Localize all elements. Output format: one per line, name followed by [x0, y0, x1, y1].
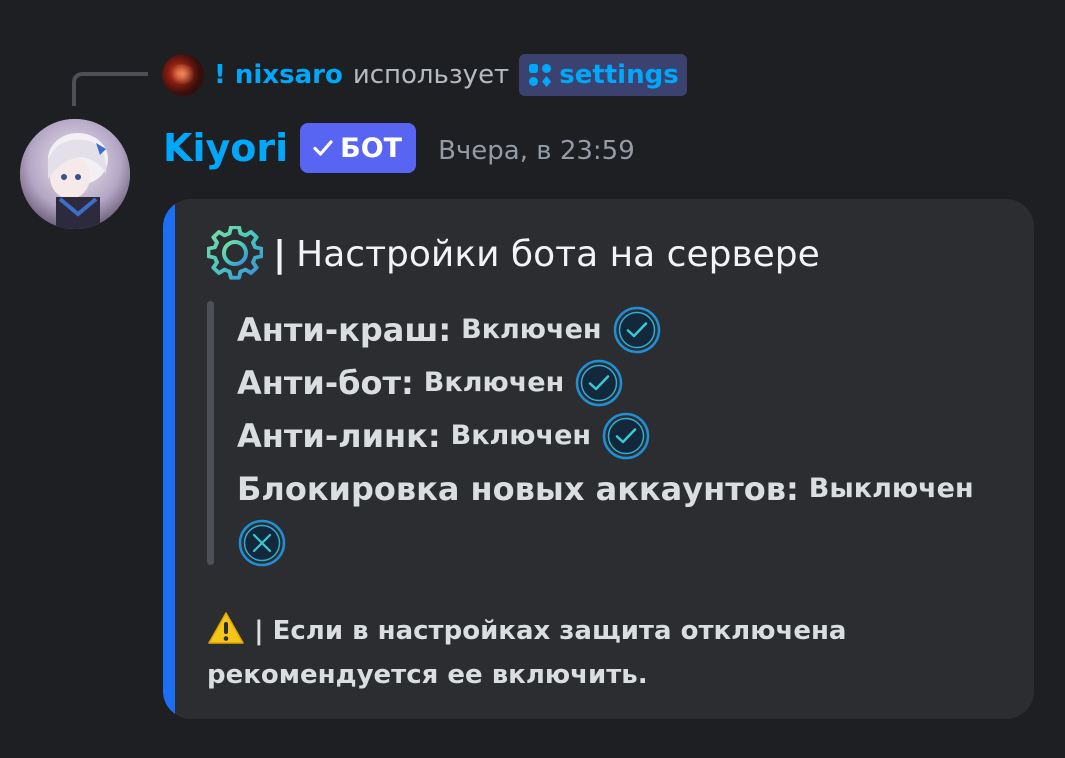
- check-icon: [575, 359, 623, 406]
- warning-icon: [208, 612, 244, 644]
- embed-accent-bar: [163, 199, 175, 719]
- setting-value: Включен: [423, 367, 565, 398]
- setting-value: Выключен: [808, 473, 974, 504]
- setting-label: Анти-краш:: [237, 310, 452, 349]
- check-icon: [613, 306, 660, 353]
- footer-text-line1: Если в настройках защита отключена: [272, 616, 847, 646]
- footer-separator: |: [254, 616, 264, 646]
- setting-label: Анти-линк:: [237, 416, 441, 455]
- checkmark-icon: [313, 140, 333, 156]
- message-timestamp[interactable]: Вчера, в 23:59: [438, 130, 635, 166]
- embed-title-text: Настройки бота на сервере: [296, 233, 820, 275]
- command-chip[interactable]: settings: [519, 54, 687, 96]
- embed-footer-note: | Если в настройках защита отключена рек…: [207, 609, 1007, 697]
- chat-view: ! nixsaro использует settings Kiyori БОТ…: [0, 0, 1065, 758]
- reply-context[interactable]: ! nixsaro использует settings: [162, 52, 687, 98]
- bot-badge: БОТ: [300, 123, 417, 173]
- author-avatar[interactable]: [20, 119, 130, 229]
- setting-new-account-block: Блокировка новых аккаунтов: Выключен: [237, 462, 974, 515]
- author-name[interactable]: Kiyori: [163, 126, 288, 170]
- bot-badge-label: БОТ: [340, 132, 403, 164]
- avatar-image: [20, 119, 130, 229]
- blockquote-bar: [207, 301, 214, 565]
- setting-label: Блокировка новых аккаунтов:: [237, 469, 799, 508]
- check-icon: [602, 412, 650, 459]
- slash-command-icon: [529, 64, 552, 87]
- setting-anti-link: Анти-линк: Включен: [237, 409, 974, 462]
- cross-icon: [238, 519, 286, 567]
- reply-action: использует: [352, 60, 510, 90]
- footer-text-line2: рекомендуется ее включить.: [207, 660, 648, 690]
- embed-card: | Настройки бота на сервере Анти-краш: В…: [163, 199, 1034, 719]
- reply-connector: [72, 72, 148, 106]
- setting-value: Включен: [461, 314, 602, 345]
- setting-new-account-status: [237, 515, 974, 571]
- reply-avatar[interactable]: [162, 54, 204, 96]
- gear-icon: [207, 226, 263, 280]
- setting-anti-crash: Анти-краш: Включен: [237, 303, 974, 356]
- command-name: settings: [559, 60, 679, 90]
- setting-anti-bot: Анти-бот: Включен: [237, 356, 974, 409]
- title-separator: |: [273, 233, 287, 275]
- settings-list: Анти-краш: Включен Анти-бот: Включен Ант…: [237, 303, 974, 571]
- message-header: Kiyori БОТ Вчера, в 23:59: [163, 120, 635, 176]
- setting-value: Включен: [450, 420, 592, 451]
- embed-title: | Настройки бота на сервере: [207, 226, 820, 280]
- reply-username[interactable]: ! nixsaro: [214, 60, 343, 90]
- setting-label: Анти-бот:: [237, 363, 414, 402]
